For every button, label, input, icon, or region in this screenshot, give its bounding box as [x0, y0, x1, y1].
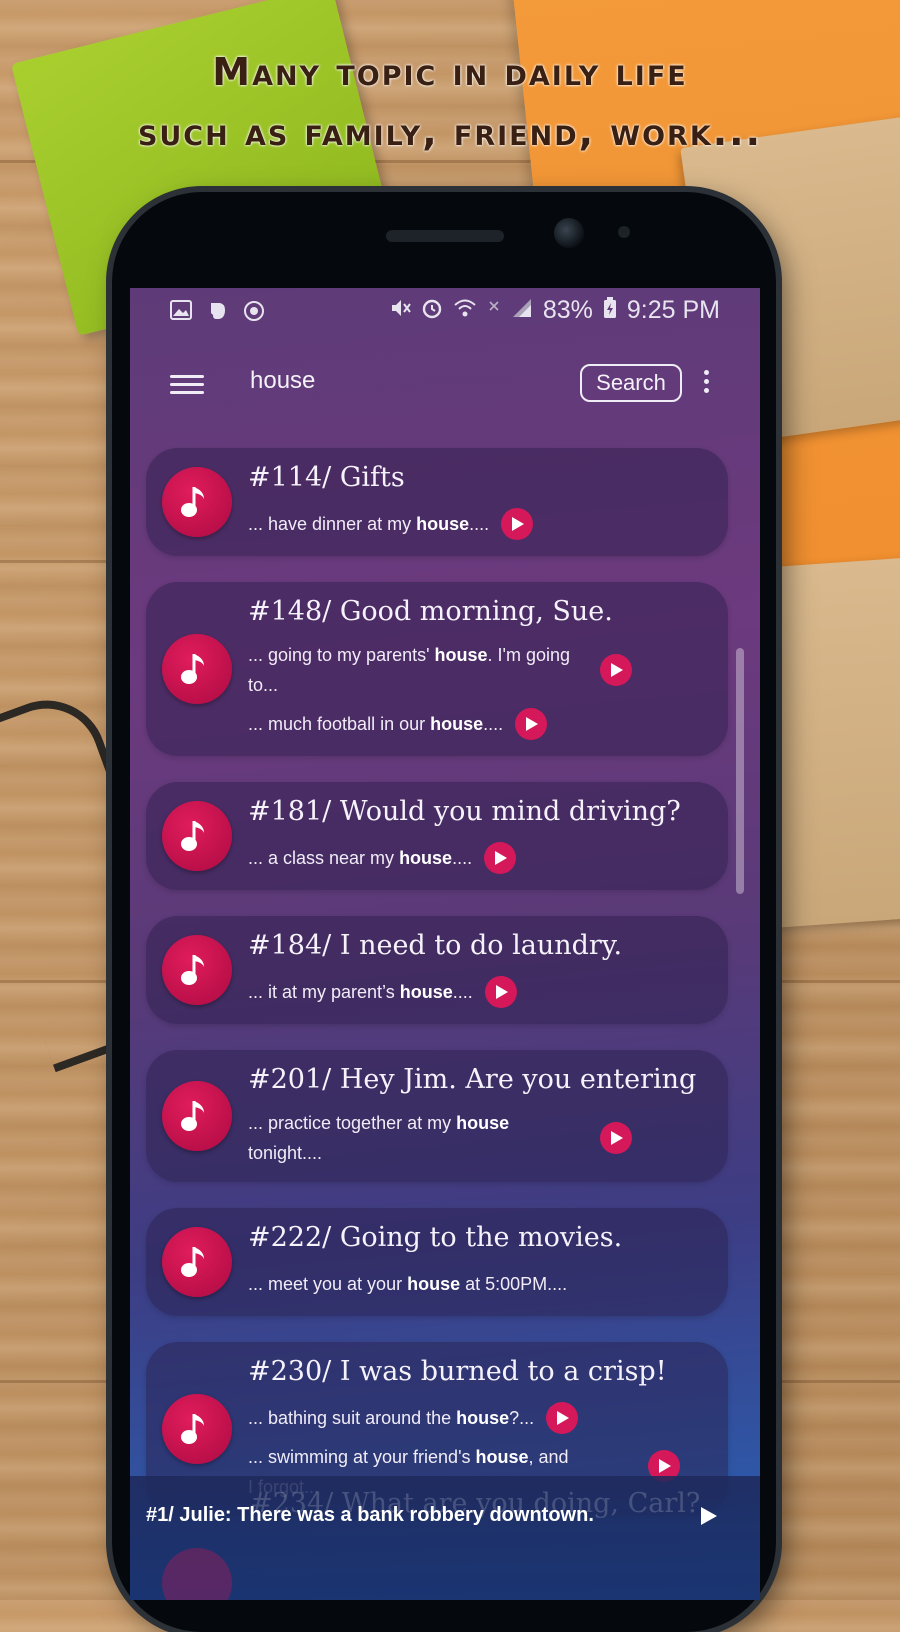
- wifi-icon: [453, 298, 477, 324]
- match-snippet: ... have dinner at my house....: [248, 506, 708, 542]
- match-snippet: ... a class near my house....: [248, 840, 708, 876]
- music-note-icon[interactable]: [162, 467, 232, 537]
- play-snippet-icon[interactable]: [501, 508, 534, 540]
- earpiece: [386, 230, 504, 242]
- snippet-text: ... swimming at your friend's: [248, 1447, 476, 1467]
- music-note-icon: [162, 1548, 232, 1600]
- snippet-text: ... much football in our: [248, 714, 431, 734]
- match-snippet: ... it at my parent’s house....: [248, 974, 708, 1010]
- result-list: #114/ Gifts ... have dinner at my house.…: [146, 448, 728, 1542]
- snippet-text: ....: [452, 848, 473, 868]
- lesson-title: #181/ Would you mind driving?: [248, 796, 681, 827]
- match-snippet: ... practice together at my house tonigh…: [248, 1108, 708, 1168]
- now-playing-text: #1/ Julie: There was a bank robbery down…: [146, 1504, 594, 1526]
- snippet-text: ... have dinner at my: [248, 514, 417, 534]
- lesson-title: #201/ Hey Jim. Are you entering: [248, 1064, 697, 1095]
- app-bar: Search: [130, 348, 760, 428]
- app-screen: 83% 9:25 PM Search #114/ Gifts ... have …: [130, 288, 760, 1600]
- alarm-icon: [421, 297, 443, 325]
- match-snippet: ... going to my parents' house. I'm goin…: [248, 640, 708, 700]
- snippet-text: ... practice together at my: [248, 1113, 457, 1133]
- music-note-icon[interactable]: [162, 1394, 232, 1464]
- cast-icon: [242, 300, 266, 327]
- play-snippet-icon[interactable]: [600, 654, 632, 686]
- lesson-card[interactable]: #114/ Gifts ... have dinner at my house.…: [146, 448, 728, 556]
- snippet-text: ....: [469, 514, 490, 534]
- music-note-icon[interactable]: [162, 634, 232, 704]
- snippet-text: ... it at my parent’s: [248, 982, 400, 1002]
- play-icon[interactable]: [696, 1504, 720, 1528]
- music-note-icon[interactable]: [162, 935, 232, 1005]
- snippet-keyword: house: [434, 645, 488, 665]
- scrollbar[interactable]: [736, 648, 744, 894]
- match-snippet: ... bathing suit around the house?...: [248, 1400, 708, 1436]
- play-snippet-icon[interactable]: [484, 842, 517, 874]
- snippet-text: ... meet you at your: [248, 1274, 408, 1294]
- play-snippet-icon[interactable]: [546, 1402, 579, 1434]
- headline-line-2: such as family, friend, work...: [137, 110, 763, 154]
- image-icon: [170, 300, 192, 327]
- lesson-title: #148/ Good morning, Sue.: [248, 596, 613, 627]
- snippet-keyword: house: [399, 982, 453, 1002]
- match-snippet: ... meet you at your house at 5:00PM....: [248, 1266, 708, 1302]
- play-snippet-icon[interactable]: [515, 708, 548, 740]
- play-snippet-icon[interactable]: [484, 976, 517, 1008]
- play-snippet-icon[interactable]: [600, 1122, 632, 1154]
- snippet-keyword: house: [456, 1408, 510, 1428]
- music-note-icon[interactable]: [162, 1081, 232, 1151]
- match-snippet: ... much football in our house....: [248, 706, 708, 742]
- music-note-icon[interactable]: [162, 1227, 232, 1297]
- snippet-text: ....: [452, 982, 473, 1002]
- nfc-icon: [487, 298, 501, 324]
- snippet-text: ... going to my parents': [248, 645, 435, 665]
- headline-line-1: Many topic in daily life: [212, 50, 688, 94]
- battery-percent: 83%: [542, 296, 593, 324]
- lesson-card[interactable]: #201/ Hey Jim. Are you entering ... prac…: [146, 1050, 728, 1182]
- more-options-icon[interactable]: [700, 366, 712, 402]
- lesson-card[interactable]: #184/ I need to do laundry. ... it at my…: [146, 916, 728, 1024]
- snippet-text: at 5:00PM....: [460, 1274, 568, 1294]
- music-note-icon[interactable]: [162, 801, 232, 871]
- hamburger-menu-icon[interactable]: [170, 370, 204, 398]
- snippet-keyword: house: [475, 1447, 529, 1467]
- snippet-text: ....: [483, 714, 504, 734]
- lesson-title: #184/ I need to do laundry.: [248, 930, 623, 961]
- evernote-icon: [206, 300, 228, 327]
- mute-icon: [389, 297, 411, 325]
- snippet-keyword: house: [399, 848, 453, 868]
- battery-icon: [603, 296, 617, 325]
- snippet-keyword: house: [430, 714, 484, 734]
- snippet-keyword: house: [407, 1274, 461, 1294]
- lesson-card[interactable]: #181/ Would you mind driving? ... a clas…: [146, 782, 728, 890]
- clock: 9:25 PM: [626, 296, 720, 324]
- snippet-keyword: house: [416, 514, 470, 534]
- lesson-title: #114/ Gifts: [248, 462, 405, 493]
- snippet-text: ... a class near my: [248, 848, 400, 868]
- snippet-keyword: house: [456, 1113, 510, 1133]
- lesson-title: #230/ I was burned to a crisp!: [248, 1356, 667, 1387]
- lesson-card[interactable]: #222/ Going to the movies. ... meet you …: [146, 1208, 728, 1316]
- snippet-text: ... bathing suit around the: [248, 1408, 457, 1428]
- search-button[interactable]: Search: [580, 364, 682, 402]
- status-bar: 83% 9:25 PM: [130, 288, 760, 338]
- search-input[interactable]: [248, 366, 552, 396]
- signal-icon: [511, 297, 533, 325]
- snippet-text: tonight....: [248, 1143, 323, 1163]
- lesson-title: #222/ Going to the movies.: [248, 1222, 623, 1253]
- lesson-card[interactable]: #148/ Good morning, Sue. ... going to my…: [146, 582, 728, 756]
- mini-player[interactable]: #234/ What are you doing, Carl? #1/ Juli…: [130, 1476, 760, 1600]
- promo-headline: Many topic in daily life such as family,…: [0, 42, 900, 162]
- snippet-text: ?...: [509, 1408, 535, 1428]
- front-camera: [554, 218, 584, 248]
- proximity-sensor: [618, 226, 630, 238]
